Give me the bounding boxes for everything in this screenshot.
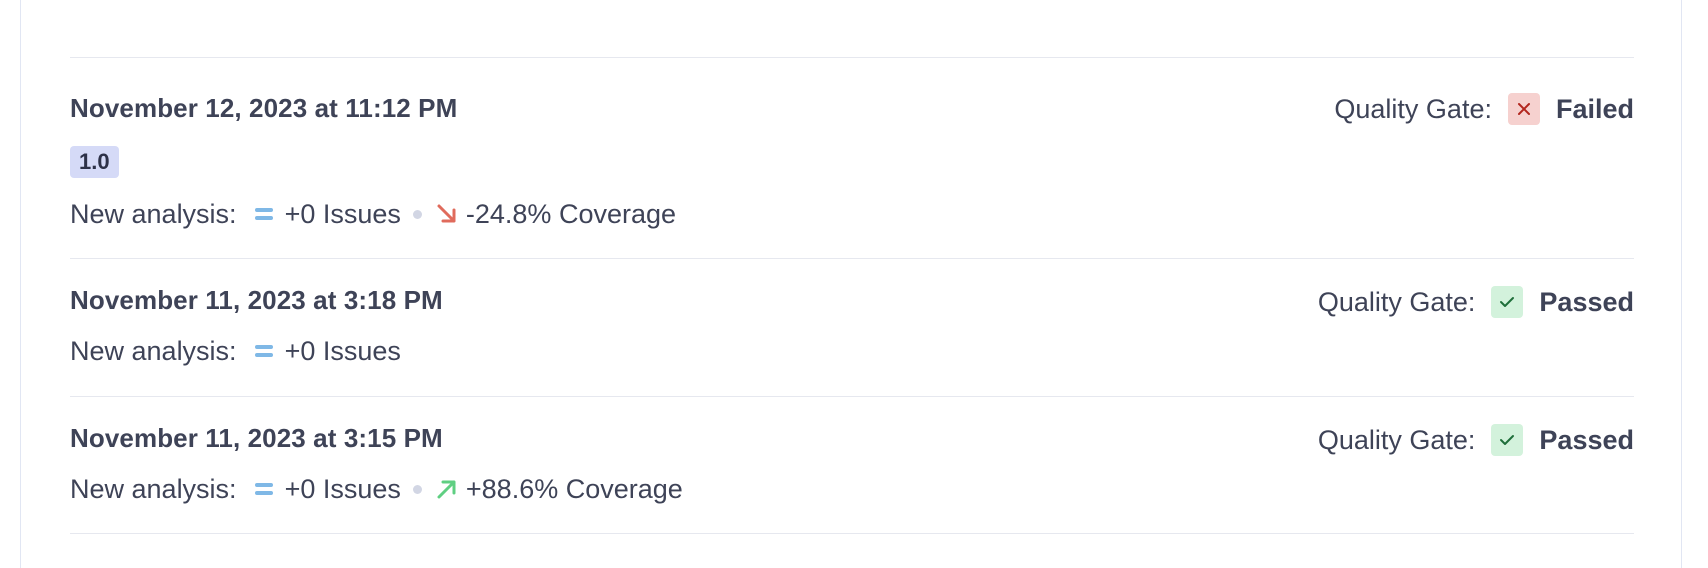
separator-dot: [412, 209, 422, 219]
quality-gate-status: Failed: [1555, 93, 1634, 124]
quality-gate-label: Quality Gate:: [1334, 93, 1492, 124]
arrow-down-right-icon: [437, 204, 456, 223]
quality-gate: Quality Gate: Failed: [1334, 90, 1634, 128]
quality-gate-status: Passed: [1539, 424, 1634, 455]
analysis-row: November 11, 2023 at 3:15 PM New analysi…: [70, 396, 1634, 534]
close-icon: [1507, 93, 1540, 125]
check-icon: [1491, 286, 1524, 318]
equal-icon: [254, 481, 273, 497]
analysis-date: November 11, 2023 at 3:18 PM: [70, 285, 443, 315]
arrow-up-right-icon: [437, 480, 456, 499]
analysis-row: November 11, 2023 at 3:18 PM New analysi…: [70, 258, 1634, 396]
new-analysis-summary: New analysis: +0 Issues -24.8% Coverage: [70, 196, 676, 232]
equal-icon: [254, 343, 273, 359]
analysis-date: November 11, 2023 at 3:15 PM: [70, 423, 443, 453]
check-icon: [1491, 424, 1524, 456]
coverage-change: -24.8% Coverage: [465, 198, 677, 229]
new-analysis-label: New analysis:: [70, 198, 237, 229]
quality-gate: Quality Gate: Passed: [1318, 421, 1634, 459]
analysis-list: November 12, 2023 at 11:12 PM 1.0 New an…: [70, 57, 1634, 534]
quality-gate-label: Quality Gate:: [1317, 424, 1476, 455]
issues-count: +0 Issues: [284, 335, 401, 366]
equal-icon: [254, 206, 273, 222]
issues-count: +0 Issues: [284, 198, 401, 229]
analysis-row: November 12, 2023 at 11:12 PM 1.0 New an…: [70, 57, 1634, 258]
analysis-date: November 12, 2023 at 11:12 PM: [70, 93, 458, 123]
quality-gate-label: Quality Gate:: [1317, 286, 1476, 317]
new-analysis-label: New analysis:: [70, 473, 237, 504]
separator-dot: [412, 484, 422, 494]
issues-count: +0 Issues: [284, 473, 401, 504]
quality-gate: Quality Gate: Passed: [1318, 283, 1634, 321]
quality-gate-status: Passed: [1539, 286, 1634, 317]
coverage-change: +88.6% Coverage: [465, 473, 683, 504]
version-badge: 1.0: [70, 146, 119, 178]
new-analysis-label: New analysis:: [70, 335, 237, 366]
new-analysis-summary: New analysis: +0 Issues: [70, 333, 401, 369]
new-analysis-summary: New analysis: +0 Issues +88.6% Coverage: [70, 471, 683, 507]
